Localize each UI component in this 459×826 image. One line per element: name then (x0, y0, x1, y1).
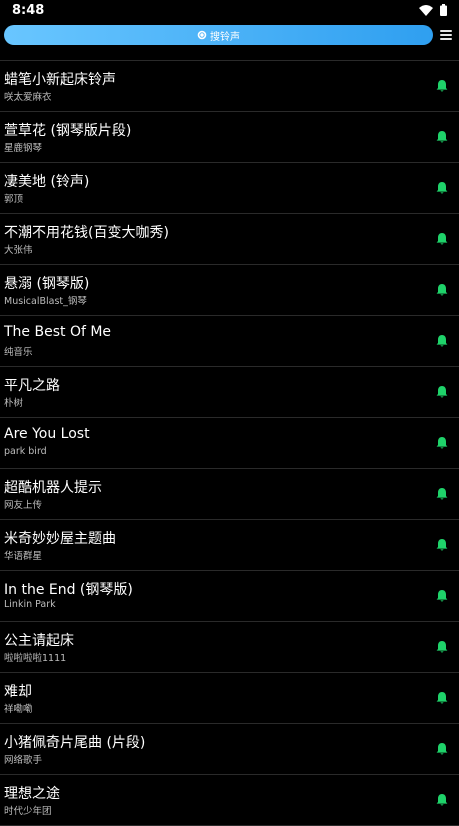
status-time: 8:48 (12, 3, 45, 18)
battery-icon (440, 4, 447, 16)
song-title: 悬溺 (钢琴版) (4, 276, 90, 292)
song-title: 萱草花 (钢琴版片段) (4, 123, 132, 139)
list-item[interactable]: Are You Lost park bird (0, 418, 459, 469)
bell-icon[interactable] (435, 79, 449, 93)
song-artist: 华语群星 (4, 551, 43, 562)
wifi-icon (419, 4, 433, 16)
bell-icon[interactable] (435, 436, 449, 450)
bell-icon[interactable] (435, 793, 449, 807)
song-title: The Best Of Me (4, 324, 112, 340)
status-icons (419, 4, 447, 16)
song-title: In the End (钢琴版) (4, 582, 133, 598)
song-artist: 郭顶 (4, 194, 24, 205)
song-artist: 时代少年团 (4, 806, 52, 817)
song-artist: 大张伟 (4, 245, 33, 256)
list-item[interactable]: 米奇妙妙屋主题曲 华语群星 (0, 520, 459, 571)
song-title: 小猪佩奇片尾曲 (片段) (4, 735, 146, 751)
bell-icon[interactable] (435, 742, 449, 756)
search-label: 搜铃声 (210, 31, 240, 43)
song-artist: 网络歌手 (4, 755, 43, 766)
song-artist: 网友上传 (4, 500, 43, 511)
bell-icon[interactable] (435, 334, 449, 348)
list-item[interactable]: In the End (钢琴版) Linkin Park (0, 571, 459, 622)
bell-icon[interactable] (435, 538, 449, 552)
bell-icon[interactable] (435, 691, 449, 705)
bell-icon[interactable] (435, 283, 449, 297)
bell-icon[interactable] (435, 487, 449, 501)
song-artist: MusicalBlast_钢琴 (4, 296, 87, 307)
song-title: 理想之途 (4, 786, 60, 802)
song-artist: 朴树 (4, 398, 24, 409)
header: 搜铃声 (0, 22, 459, 61)
search-icon (197, 30, 207, 40)
list-item[interactable]: 超酷机器人提示 网友上传 (0, 469, 459, 520)
song-artist: park bird (4, 446, 47, 457)
song-title: Are You Lost (4, 426, 90, 442)
ringtone-list: 蜡笔小新起床铃声 咲太爱麻衣 萱草花 (钢琴版片段) 星鹿钢琴 凄美地 (铃声)… (0, 61, 459, 826)
song-title: 蜡笔小新起床铃声 (4, 72, 116, 88)
menu-icon[interactable] (440, 30, 452, 42)
song-artist: 星鹿钢琴 (4, 143, 43, 154)
song-artist: 祥嘞嘞 (4, 704, 33, 715)
song-artist: 咲太爱麻衣 (4, 92, 52, 103)
list-item[interactable]: 小猪佩奇片尾曲 (片段) 网络歌手 (0, 724, 459, 775)
song-title: 公主请起床 (4, 633, 74, 649)
list-item[interactable]: 公主请起床 啦啦啦啦1111 (0, 622, 459, 673)
song-title: 平凡之路 (4, 378, 60, 394)
bell-icon[interactable] (435, 130, 449, 144)
song-title: 凄美地 (铃声) (4, 174, 90, 190)
list-item[interactable]: 悬溺 (钢琴版) MusicalBlast_钢琴 (0, 265, 459, 316)
list-item[interactable]: 凄美地 (铃声) 郭顶 (0, 163, 459, 214)
list-item[interactable]: 蜡笔小新起床铃声 咲太爱麻衣 (0, 61, 459, 112)
song-artist: 纯音乐 (4, 347, 33, 358)
list-item[interactable]: 理想之途 时代少年团 (0, 775, 459, 826)
song-title: 难却 (4, 684, 32, 700)
bell-icon[interactable] (435, 232, 449, 246)
status-bar: 8:48 (0, 0, 459, 22)
song-title: 不潮不用花钱(百变大咖秀) (4, 225, 169, 241)
bell-icon[interactable] (435, 640, 449, 654)
song-artist: 啦啦啦啦1111 (4, 653, 67, 664)
list-item[interactable]: The Best Of Me 纯音乐 (0, 316, 459, 367)
list-item[interactable]: 不潮不用花钱(百变大咖秀) 大张伟 (0, 214, 459, 265)
song-artist: Linkin Park (4, 599, 56, 610)
search-bar[interactable]: 搜铃声 (4, 25, 433, 45)
list-item[interactable]: 萱草花 (钢琴版片段) 星鹿钢琴 (0, 112, 459, 163)
song-title: 米奇妙妙屋主题曲 (4, 531, 116, 547)
song-title: 超酷机器人提示 (4, 480, 102, 496)
list-item[interactable]: 难却 祥嘞嘞 (0, 673, 459, 724)
list-item[interactable]: 平凡之路 朴树 (0, 367, 459, 418)
bell-icon[interactable] (435, 385, 449, 399)
bell-icon[interactable] (435, 181, 449, 195)
bell-icon[interactable] (435, 589, 449, 603)
